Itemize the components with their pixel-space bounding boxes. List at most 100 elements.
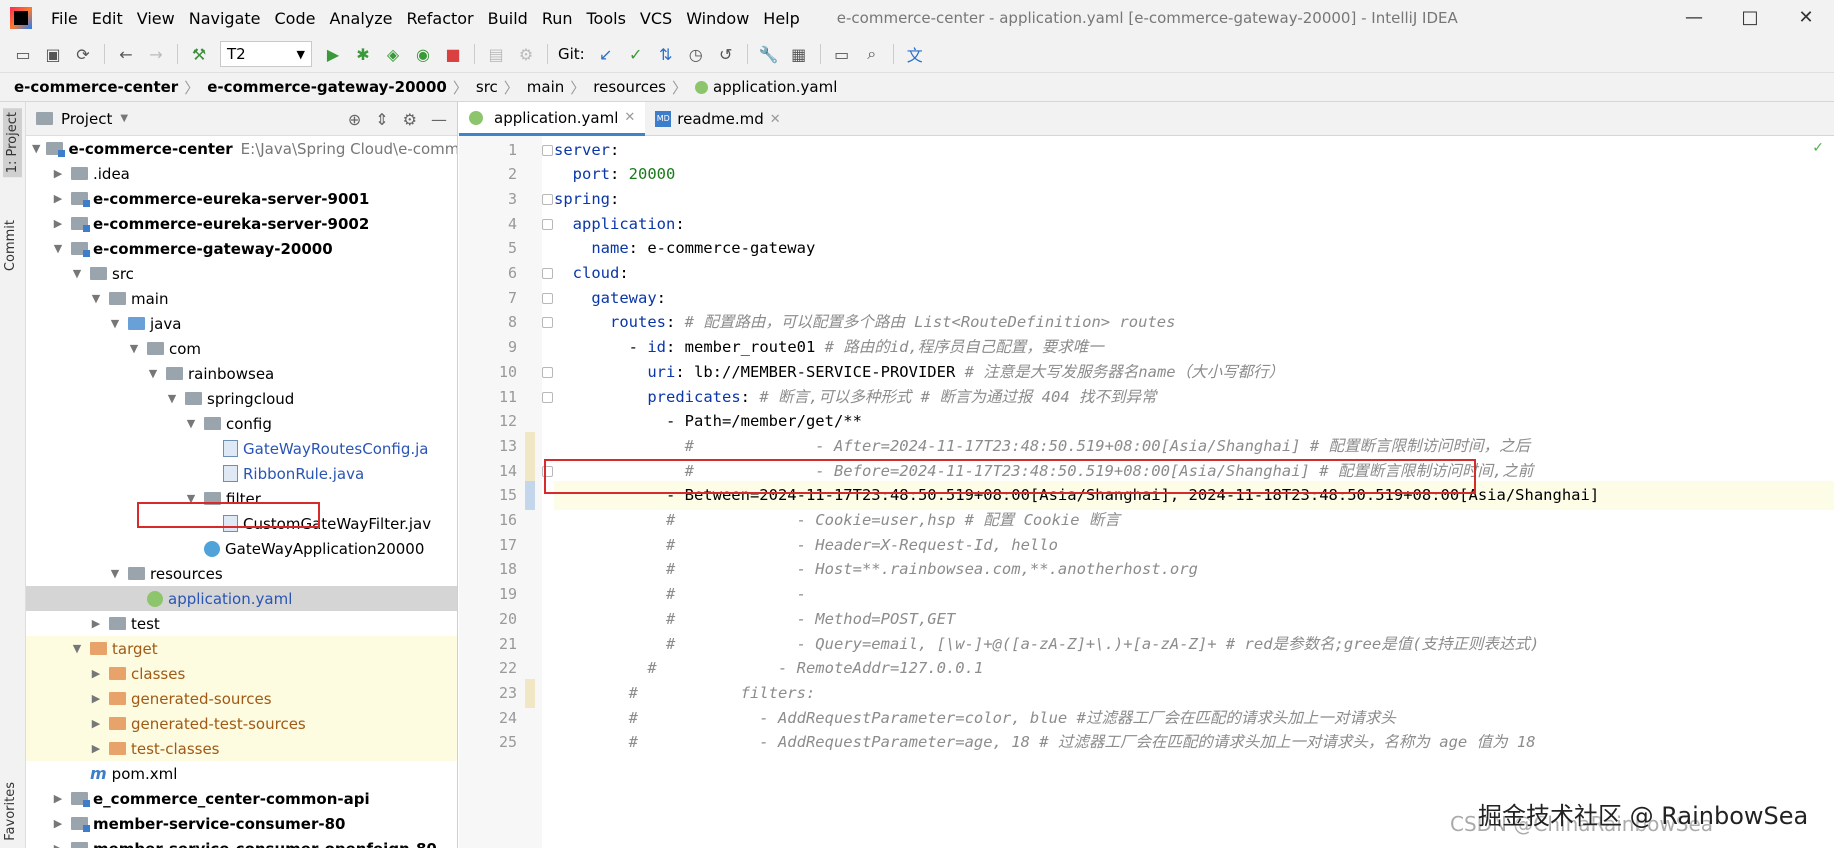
back-arrow-icon[interactable]: ← [113, 41, 139, 67]
collapse-all-icon[interactable]: ⇕ [375, 110, 388, 129]
favorites-tool-tab[interactable]: Favorites [3, 782, 18, 841]
terminal-icon[interactable]: ▭ [829, 41, 855, 67]
debug-bug-icon[interactable]: ✱ [350, 41, 376, 67]
collapsed-arrow-icon[interactable]: ▶ [51, 792, 65, 805]
chevron-down-icon[interactable]: ▼ [120, 113, 128, 124]
project-structure-icon[interactable]: ▦ [786, 41, 812, 67]
tree-row[interactable]: ▶ e-commerce-eureka-server-9001 [26, 186, 457, 211]
fold-marker-icon[interactable] [542, 292, 553, 304]
git-push-icon[interactable]: ⇅ [653, 41, 679, 67]
rollback-icon[interactable]: ↺ [713, 41, 739, 67]
expanded-arrow-icon[interactable]: ▼ [165, 392, 179, 405]
menu-view[interactable]: View [130, 9, 182, 28]
tree-row[interactable]: ▼ src [26, 261, 457, 286]
menu-run[interactable]: Run [535, 9, 580, 28]
stop-icon[interactable]: ■ [440, 41, 466, 67]
wrench-icon[interactable]: 🔧 [756, 41, 782, 67]
tree-row[interactable]: application.yaml [26, 586, 457, 611]
close-icon[interactable]: ✕ [624, 110, 635, 125]
tree-row[interactable]: ▶ test [26, 611, 457, 636]
breadcrumb-item[interactable]: main [527, 78, 564, 96]
hide-panel-icon[interactable]: — [431, 110, 447, 129]
menu-build[interactable]: Build [481, 9, 535, 28]
sync-icon[interactable]: ⟳ [70, 41, 96, 67]
locate-target-icon[interactable]: ⊕ [348, 110, 361, 129]
menu-navigate[interactable]: Navigate [182, 9, 268, 28]
menu-code[interactable]: Code [268, 9, 323, 28]
tree-row[interactable]: ▼ com [26, 336, 457, 361]
collapsed-arrow-icon[interactable]: ▶ [89, 742, 103, 755]
settings-gear-icon[interactable]: ⚙ [513, 41, 539, 67]
profile-icon[interactable]: ◉ [410, 41, 436, 67]
breadcrumb-item[interactable]: resources [593, 78, 666, 96]
tree-row[interactable]: ▼ target [26, 636, 457, 661]
collapsed-arrow-icon[interactable]: ▶ [51, 167, 65, 180]
save-icon[interactable]: ▣ [40, 41, 66, 67]
fold-marker-icon[interactable] [542, 366, 553, 378]
menu-refactor[interactable]: Refactor [400, 9, 481, 28]
coverage-icon[interactable]: ◈ [380, 41, 406, 67]
commit-tool-tab[interactable]: Commit [3, 220, 18, 271]
tree-row[interactable]: ▼ resources [26, 561, 457, 586]
menu-help[interactable]: Help [756, 9, 806, 28]
expanded-arrow-icon[interactable]: ▼ [51, 242, 65, 255]
tree-row[interactable]: ▼ springcloud [26, 386, 457, 411]
tree-row[interactable]: ▶ .idea [26, 161, 457, 186]
git-commit-check-icon[interactable]: ✓ [623, 41, 649, 67]
tab-readme-md[interactable]: MD readme.md ✕ [645, 102, 790, 136]
attach-icon[interactable]: ▤ [483, 41, 509, 67]
collapsed-arrow-icon[interactable]: ▶ [51, 217, 65, 230]
expanded-arrow-icon[interactable]: ▼ [70, 642, 84, 655]
expanded-arrow-icon[interactable]: ▼ [108, 317, 122, 330]
tree-row[interactable]: RibbonRule.java [26, 461, 457, 486]
menu-analyze[interactable]: Analyze [322, 9, 399, 28]
fold-marker-icon[interactable] [542, 268, 553, 279]
search-icon[interactable]: ⌕ [859, 41, 885, 67]
tree-row[interactable]: ▼ config [26, 411, 457, 436]
expanded-arrow-icon[interactable]: ▼ [89, 292, 103, 305]
breadcrumb-item[interactable]: e-commerce-gateway-20000 [207, 78, 447, 96]
collapsed-arrow-icon[interactable]: ▶ [51, 817, 65, 830]
expanded-arrow-icon[interactable]: ▼ [108, 567, 122, 580]
expanded-arrow-icon[interactable]: ▼ [127, 342, 141, 355]
tree-row[interactable]: ▼ e-commerce-gateway-20000 [26, 236, 457, 261]
tree-row[interactable]: ▼ e-commerce-center E:\Java\Spring Cloud\e… [26, 136, 457, 161]
tree-row[interactable]: ▶ member-service-consumer-openfeign-80 [26, 836, 457, 848]
fold-marker-icon[interactable] [542, 144, 553, 156]
tree-row[interactable]: ▶ e_commerce_center-common-api [26, 786, 457, 811]
collapsed-arrow-icon[interactable]: ▶ [51, 842, 65, 848]
fold-marker-icon[interactable] [542, 218, 553, 230]
collapsed-arrow-icon[interactable]: ▶ [89, 667, 103, 680]
project-panel-title[interactable]: Project [61, 110, 112, 128]
expanded-arrow-icon[interactable]: ▼ [184, 417, 198, 430]
open-folder-icon[interactable]: ▭ [10, 41, 36, 67]
minimize-button[interactable]: — [1666, 0, 1722, 36]
run-configuration-select[interactable]: T2 ▼ [220, 41, 312, 67]
tree-row[interactable]: ▶ classes [26, 661, 457, 686]
menu-window[interactable]: Window [679, 9, 756, 28]
tree-row[interactable]: ▶ generated-sources [26, 686, 457, 711]
tree-row[interactable]: ▶ member-service-consumer-80 [26, 811, 457, 836]
fold-marker-icon[interactable] [542, 391, 553, 403]
tree-row[interactable]: GateWayRoutesConfig.ja [26, 436, 457, 461]
fold-marker-icon[interactable] [542, 317, 553, 329]
git-update-icon[interactable]: ↙ [593, 41, 619, 67]
breadcrumb-item[interactable]: application.yaml [713, 78, 837, 96]
menu-edit[interactable]: Edit [85, 9, 130, 28]
menu-tools[interactable]: Tools [580, 9, 633, 28]
collapsed-arrow-icon[interactable]: ▶ [51, 192, 65, 205]
expanded-arrow-icon[interactable]: ▼ [146, 367, 160, 380]
build-hammer-icon[interactable]: ⚒ [186, 41, 212, 67]
expanded-arrow-icon[interactable]: ▼ [32, 142, 40, 155]
tab-application-yaml[interactable]: application.yaml ✕ [459, 102, 646, 136]
tree-row[interactable]: m pom.xml [26, 761, 457, 786]
code-editor[interactable]: 1 server: 2 port: 20000 3 spring: 4 applicati… [459, 136, 1834, 848]
code-line[interactable]: 25 # - AddRequestParameter=age, 18 # 过滤器… [499, 728, 1834, 757]
maximize-button[interactable]: □ [1722, 0, 1778, 36]
close-icon[interactable]: ✕ [770, 112, 781, 127]
tree-row[interactable]: ▶ e-commerce-eureka-server-9002 [26, 211, 457, 236]
menu-file[interactable]: File [44, 9, 85, 28]
collapsed-arrow-icon[interactable]: ▶ [89, 692, 103, 705]
tree-row[interactable]: ▼ rainbowsea [26, 361, 457, 386]
tree-row[interactable]: ▶ test-classes [26, 736, 457, 761]
